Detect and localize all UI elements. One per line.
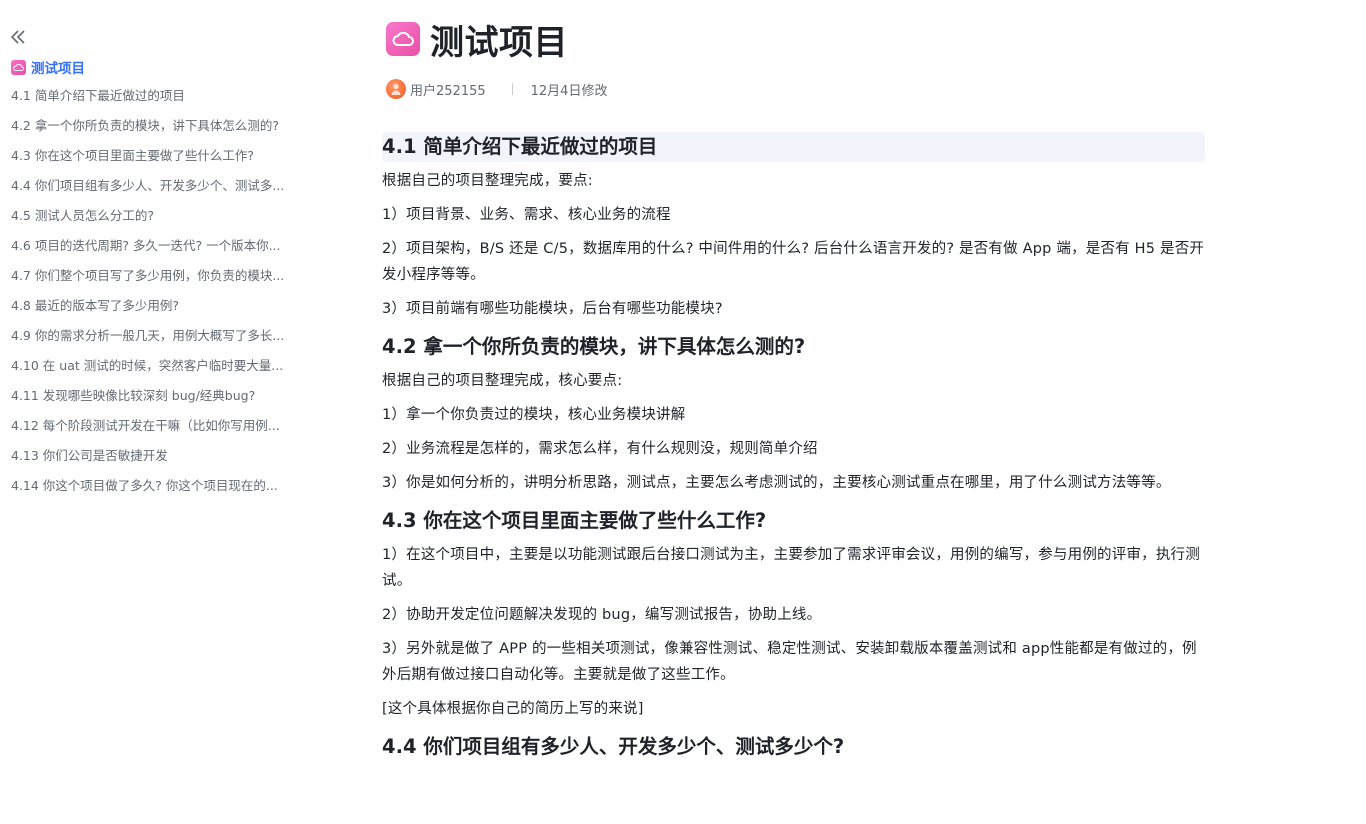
page-title: 测试项目 (430, 22, 568, 63)
doc-content: 4.1 简单介绍下最近做过的项目 根据自己的项目整理完成，要点: 1）项目背景、… (382, 132, 1205, 772)
toc-item[interactable]: 4.13 你们公司是否敏捷开发 (11, 445, 321, 475)
toc-item[interactable]: 4.14 你这个项目做了多久? 你这个项目现在的... (11, 475, 321, 505)
toc-item[interactable]: 4.10 在 uat 测试的时候，突然客户临时要大量... (11, 355, 321, 385)
toc-item[interactable]: 4.11 发现哪些映像比较深刻 bug/经典bug? (11, 385, 321, 415)
paragraph: 2）项目架构，B/S 还是 C/5，数据库用的什么? 中间件用的什么? 后台什么… (382, 241, 1205, 283)
doc-header: 测试项目 (386, 18, 568, 63)
section-heading: 4.2 拿一个你所负责的模块，讲下具体怎么测的? (382, 335, 806, 358)
author-name[interactable]: 用户252155 (410, 80, 486, 99)
toc-doc-title[interactable]: 测试项目 (11, 57, 85, 77)
paragraph: 1）拿一个你负责过的模块，核心业务模块讲解 (382, 407, 686, 423)
toc-list: 4.1 简单介绍下最近做过的项目 4.2 拿一个你所负责的模块，讲下具体怎么测的… (11, 85, 321, 505)
section-4-1: 4.1 简单介绍下最近做过的项目 根据自己的项目整理完成，要点: 1）项目背景、… (382, 132, 1205, 322)
cloud-doc-icon (386, 22, 420, 56)
paragraph: 1）项目背景、业务、需求、核心业务的流程 (382, 207, 671, 223)
toc-sidebar: 测试项目 4.1 简单介绍下最近做过的项目 4.2 拿一个你所负责的模块，讲下具… (0, 0, 330, 824)
paragraph: 3）另外就是做了 APP 的一些相关项测试，像兼容性测试、稳定性测试、安装卸载版… (382, 641, 1197, 683)
section-heading: 4.1 简单介绍下最近做过的项目 (382, 132, 1205, 162)
cloud-doc-icon (11, 59, 26, 75)
paragraph: 2）协助开发定位问题解决发现的 bug，编写测试报告，协助上线。 (382, 607, 822, 623)
paragraph: [这个具体根据你自己的简历上写的来说] (382, 701, 644, 717)
section-4-2: 4.2 拿一个你所负责的模块，讲下具体怎么测的? 根据自己的项目整理完成，核心要… (382, 332, 1205, 496)
toc-item[interactable]: 4.2 拿一个你所负责的模块，讲下具体怎么测的? (11, 115, 321, 145)
modified-time: 12月4日修改 (530, 83, 608, 99)
toc-item[interactable]: 4.5 测试人员怎么分工的? (11, 205, 321, 235)
section-4-4: 4.4 你们项目组有多少人、开发多少个、测试多少个? (382, 732, 1205, 762)
paragraph: 2）业务流程是怎样的，需求怎么样，有什么规则没，规则简单介绍 (382, 441, 818, 457)
toc-item[interactable]: 4.7 你们整个项目写了多少用例，你负责的模块... (11, 265, 321, 295)
collapse-sidebar-icon[interactable] (10, 28, 26, 46)
doc-main: 测试项目 用户252155 12月4日修改 4.1 简单介绍下最近做过的项目 根… (382, 0, 1205, 824)
toc-item[interactable]: 4.1 简单介绍下最近做过的项目 (11, 85, 321, 115)
toc-item[interactable]: 4.3 你在这个项目里面主要做了些什么工作? (11, 145, 321, 175)
section-heading: 4.4 你们项目组有多少人、开发多少个、测试多少个? (382, 735, 845, 758)
doc-meta: 用户252155 12月4日修改 (386, 78, 607, 100)
avatar[interactable] (386, 79, 406, 99)
toc-title-label: 测试项目 (31, 61, 85, 77)
toc-item[interactable]: 4.6 项目的迭代周期? 多久一迭代? 一个版本你... (11, 235, 321, 265)
paragraph: 3）你是如何分析的，讲明分析思路，测试点，主要怎么考虑测试的，主要核心测试重点在… (382, 475, 1171, 491)
paragraph: 1）在这个项目中，主要是以功能测试跟后台接口测试为主，主要参加了需求评审会议，用… (382, 547, 1200, 589)
paragraph: 根据自己的项目整理完成，要点: (382, 173, 593, 189)
section-heading: 4.3 你在这个项目里面主要做了些什么工作? (382, 509, 767, 532)
toc-item[interactable]: 4.4 你们项目组有多少人、开发多少个、测试多... (11, 175, 321, 205)
toc-item[interactable]: 4.8 最近的版本写了多少用例? (11, 295, 321, 325)
section-4-3: 4.3 你在这个项目里面主要做了些什么工作? 1）在这个项目中，主要是以功能测试… (382, 506, 1205, 722)
toc-item[interactable]: 4.12 每个阶段测试开发在干嘛（比如你写用例... (11, 415, 321, 445)
paragraph: 3）项目前端有哪些功能模块，后台有哪些功能模块? (382, 301, 723, 317)
meta-divider (511, 83, 513, 95)
paragraph: 根据自己的项目整理完成，核心要点: (382, 373, 623, 389)
toc-item[interactable]: 4.9 你的需求分析一般几天，用例大概写了多长... (11, 325, 321, 355)
